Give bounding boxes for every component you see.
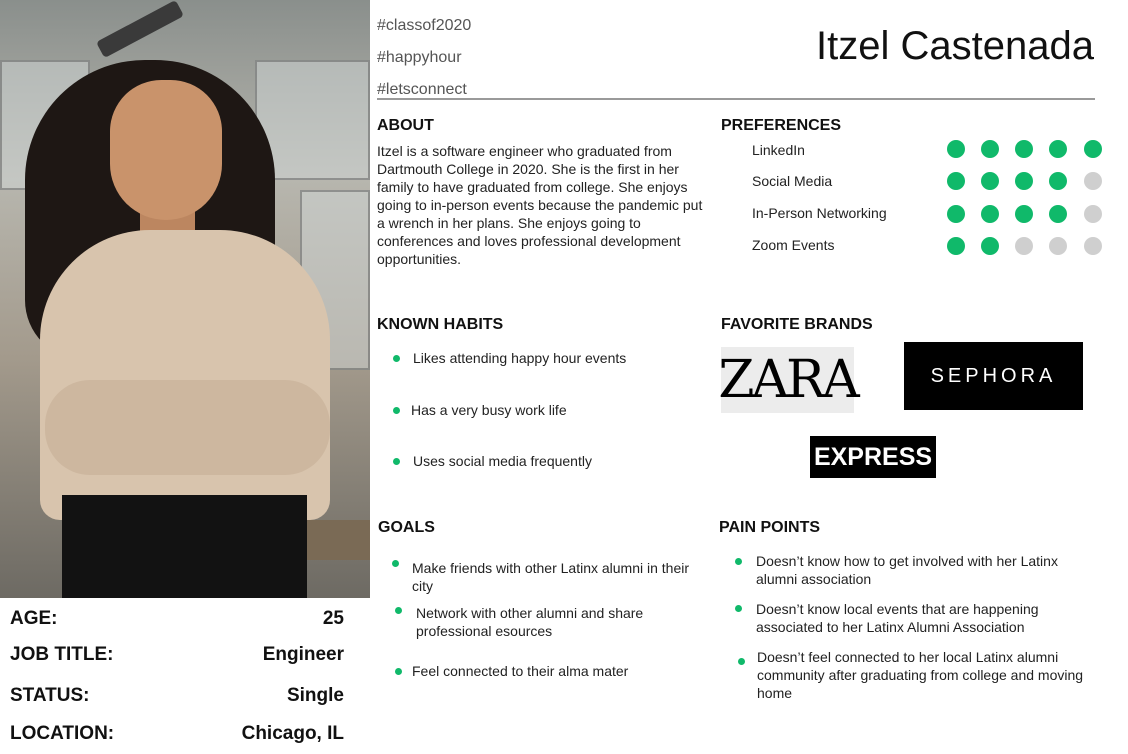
rating-dot	[947, 205, 965, 223]
goal-item: Feel connected to their alma mater	[412, 663, 629, 679]
express-logo: EXPRESS	[810, 436, 936, 478]
bullet-icon	[738, 658, 745, 665]
rating-dot	[1015, 172, 1033, 190]
job-row: JOB TITLE: Engineer	[10, 644, 344, 666]
preferences-heading: PREFERENCES	[721, 117, 842, 134]
zara-logo: ZARA	[718, 347, 860, 413]
job-label: JOB TITLE:	[10, 644, 114, 665]
brands-heading: FAVORITE BRANDS	[721, 316, 873, 333]
rating-dot	[1084, 205, 1102, 223]
pain-point-item: Doesn’t feel connected to her local Lati…	[757, 649, 1084, 701]
rating-dot	[1084, 172, 1102, 190]
bullet-icon	[393, 355, 400, 362]
rating-dot	[947, 140, 965, 158]
bullet-icon	[395, 607, 402, 614]
rating-dot	[981, 205, 999, 223]
about-text: Itzel is a software engineer who graduat…	[377, 143, 703, 267]
age-row: AGE: 25	[10, 608, 344, 630]
rating-dot	[1084, 140, 1102, 158]
status-row: STATUS: Single	[10, 685, 344, 707]
rating-dot	[1049, 172, 1067, 190]
rating-dot	[1015, 140, 1033, 158]
status-value: Single	[286, 685, 344, 706]
telescope-shape	[96, 0, 184, 59]
bullet-icon	[395, 668, 402, 675]
pain-point-item: Doesn’t know local events that are happe…	[756, 601, 1039, 635]
profile-info: AGE: 25 JOB TITLE: Engineer STATUS: Sing…	[0, 598, 370, 754]
preference-label: In-Person Networking	[752, 205, 887, 221]
rating-dot	[981, 172, 999, 190]
face-shape	[110, 80, 222, 220]
about-heading: ABOUT	[377, 117, 434, 134]
status-label: STATUS:	[10, 685, 90, 706]
location-label: LOCATION:	[10, 723, 115, 744]
rating-dot	[1049, 237, 1067, 255]
job-value: Engineer	[262, 644, 344, 665]
rating-dot	[1015, 205, 1033, 223]
sephora-logo: SEPHORA	[904, 342, 1083, 410]
goal-item: Network with other alumni and share prof…	[416, 605, 644, 639]
bullet-icon	[392, 560, 399, 567]
rating-dot	[1015, 237, 1033, 255]
rating-dot	[981, 237, 999, 255]
age-value: 25	[322, 608, 344, 629]
arms-shape	[45, 380, 330, 475]
preference-label: Social Media	[752, 173, 833, 189]
profile-photo	[0, 0, 370, 598]
location-value: Chicago, IL	[241, 723, 344, 744]
pain-points-heading: PAIN POINTS	[719, 519, 821, 536]
rating-dot	[1049, 205, 1067, 223]
rating-dot	[947, 172, 965, 190]
hashtag: #classof2020	[377, 17, 472, 34]
rating-dot	[947, 237, 965, 255]
bullet-icon	[393, 458, 400, 465]
preference-label: LinkedIn	[752, 142, 805, 158]
rating-dot	[981, 140, 999, 158]
hashtag: #happyhour	[377, 49, 462, 66]
age-label: AGE:	[10, 608, 58, 629]
pain-point-item: Doesn’t know how to get involved with he…	[756, 553, 1058, 587]
skirt-shape	[62, 495, 307, 598]
bullet-icon	[735, 605, 742, 612]
table	[300, 520, 370, 560]
habit-item: Has a very busy work life	[411, 402, 567, 418]
hashtags: #classof2020 #happyhour #letsconnect	[377, 10, 471, 106]
habit-item: Likes attending happy hour events	[413, 350, 627, 366]
location-row: LOCATION: Chicago, IL	[10, 723, 344, 745]
hashtag: #letsconnect	[377, 81, 467, 98]
persona-name: Itzel Castenada	[816, 24, 1094, 68]
habits-heading: KNOWN HABITS	[377, 316, 504, 333]
rating-dot	[1049, 140, 1067, 158]
habit-item: Uses social media frequently	[413, 453, 592, 469]
rating-dot	[1084, 237, 1102, 255]
bullet-icon	[393, 407, 400, 414]
goals-heading: GOALS	[378, 519, 435, 536]
goal-item: Make friends with other Latinx alumni in…	[412, 560, 690, 594]
preference-label: Zoom Events	[752, 237, 835, 253]
bullet-icon	[735, 558, 742, 565]
shirt-shape	[40, 230, 330, 520]
divider	[377, 98, 1095, 100]
